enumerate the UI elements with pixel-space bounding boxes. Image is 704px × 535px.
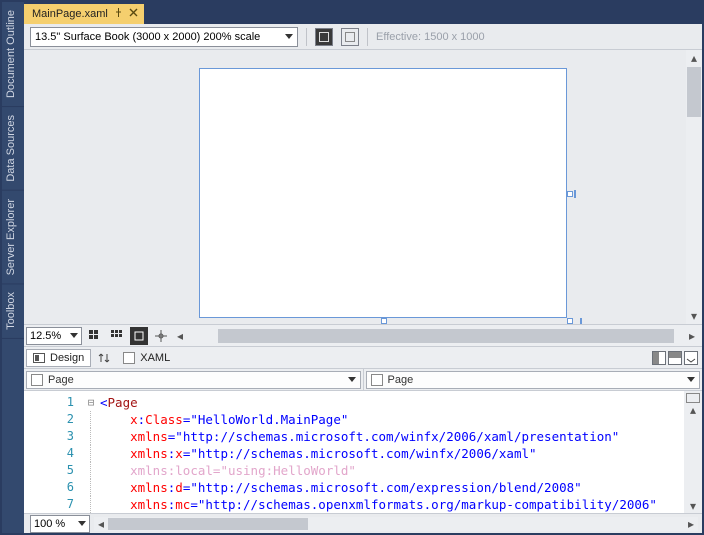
ruler-mark-right <box>574 190 576 198</box>
design-canvas-viewport[interactable] <box>24 50 686 324</box>
split-vertical-button[interactable] <box>652 351 666 365</box>
grid-full-icon[interactable] <box>86 327 104 345</box>
tab-document-outline[interactable]: Document Outline <box>2 2 24 107</box>
collapsed-panel-tabs: Document Outline Data Sources Server Exp… <box>2 2 24 533</box>
chevron-down-icon <box>70 333 78 338</box>
designer-toolbar: 13.5" Surface Book (3000 x 2000) 200% sc… <box>24 24 702 50</box>
code-zoom-dropdown[interactable]: 100 % <box>30 515 90 533</box>
chevron-down-icon <box>285 34 293 39</box>
device-preview-dropdown[interactable]: 13.5" Surface Book (3000 x 2000) 200% sc… <box>30 27 298 47</box>
xaml-view-label: XAML <box>140 352 170 364</box>
xaml-editor: 1 2 3 4 5 6 7 ⊟ <Page x:Class="HelloWorl… <box>24 390 702 513</box>
theme-light-button[interactable] <box>341 28 359 46</box>
tab-data-sources[interactable]: Data Sources <box>2 107 24 191</box>
device-preview-label: 13.5" Surface Book (3000 x 2000) 200% sc… <box>35 31 260 43</box>
resize-handle-right[interactable] <box>567 191 573 197</box>
resize-handle-bottom[interactable] <box>381 318 387 324</box>
split-horizontal-button[interactable] <box>668 351 682 365</box>
designer-vertical-scrollbar[interactable]: ▴ ▾ <box>686 50 702 324</box>
line-number-gutter: 1 2 3 4 5 6 7 <box>24 391 84 513</box>
design-canvas[interactable] <box>199 68 567 318</box>
scroll-thumb[interactable] <box>108 518 308 530</box>
code-text[interactable]: <Page x:Class="HelloWorld.MainPage" xmln… <box>98 391 684 513</box>
design-view-icon <box>33 353 45 363</box>
element-breadcrumb-row: Page Page <box>24 368 702 390</box>
scroll-up-icon[interactable]: ▴ <box>690 403 696 417</box>
code-zoom-value: 100 % <box>34 518 65 530</box>
scroll-left-icon[interactable]: ◂ <box>172 328 188 344</box>
element-breadcrumb-left[interactable]: Page <box>26 371 361 389</box>
scroll-thumb[interactable] <box>218 329 674 343</box>
designer-zoom-dropdown[interactable]: 12.5% <box>26 327 82 345</box>
design-xaml-switcher: Design XAML <box>24 346 702 368</box>
design-view-label: Design <box>50 352 84 364</box>
page-icon <box>371 374 383 386</box>
collapse-pane-button[interactable] <box>684 351 698 365</box>
separator <box>306 28 307 46</box>
code-fold-gutter[interactable]: ⊟ <box>84 391 98 513</box>
pin-icon[interactable] <box>114 8 123 20</box>
scroll-left-icon[interactable]: ◂ <box>94 517 108 531</box>
element-breadcrumb-right[interactable]: Page <box>366 371 701 389</box>
scroll-right-icon[interactable]: ▸ <box>684 517 698 531</box>
file-tab-active[interactable]: MainPage.xaml <box>24 4 144 24</box>
close-icon[interactable] <box>129 8 138 20</box>
design-surface-area: ▴ ▾ <box>24 50 702 324</box>
design-view-button[interactable]: Design <box>26 349 91 367</box>
document-tabs: MainPage.xaml <box>24 2 702 24</box>
swap-panes-button[interactable] <box>95 349 113 367</box>
designer-horizontal-scrollbar[interactable]: ◂ ▸ <box>172 328 700 344</box>
snapline-toggle-icon[interactable] <box>152 327 170 345</box>
code-horizontal-scrollbar[interactable]: ◂ ▸ <box>94 517 698 531</box>
designer-zoom-value: 12.5% <box>30 330 61 342</box>
ruler-mark-corner-v <box>580 318 582 324</box>
chevron-down-icon <box>687 377 695 382</box>
fold-toggle-icon[interactable]: ⊟ <box>84 394 98 411</box>
chevron-down-icon <box>78 521 86 526</box>
code-status-bar: 100 % ◂ ▸ <box>24 513 702 533</box>
scroll-down-icon[interactable]: ▾ <box>686 308 702 324</box>
scroll-down-icon[interactable]: ▾ <box>690 499 696 513</box>
separator <box>367 28 368 46</box>
resize-handle-corner[interactable] <box>567 318 573 324</box>
breadcrumb-right-label: Page <box>388 374 414 386</box>
scroll-thumb[interactable] <box>687 67 701 117</box>
code-vertical-scrollbar[interactable]: ▴ ▾ <box>684 391 702 513</box>
designer-bottom-strip: 12.5% ◂ ▸ <box>24 324 702 346</box>
xaml-view-icon <box>123 352 135 364</box>
xaml-view-button[interactable]: XAML <box>117 349 176 367</box>
theme-dark-button[interactable] <box>315 28 333 46</box>
snap-toggle-icon[interactable] <box>130 327 148 345</box>
tab-toolbox[interactable]: Toolbox <box>2 284 24 339</box>
tab-server-explorer[interactable]: Server Explorer <box>2 191 24 284</box>
breadcrumb-left-label: Page <box>48 374 74 386</box>
grid-fit-icon[interactable] <box>108 327 126 345</box>
page-icon <box>31 374 43 386</box>
split-box-icon[interactable] <box>686 393 700 403</box>
chevron-down-icon <box>348 377 356 382</box>
scroll-up-icon[interactable]: ▴ <box>686 50 702 66</box>
effective-resolution-label: Effective: 1500 x 1000 <box>376 31 485 43</box>
file-tab-label: MainPage.xaml <box>32 8 108 20</box>
scroll-right-icon[interactable]: ▸ <box>684 328 700 344</box>
